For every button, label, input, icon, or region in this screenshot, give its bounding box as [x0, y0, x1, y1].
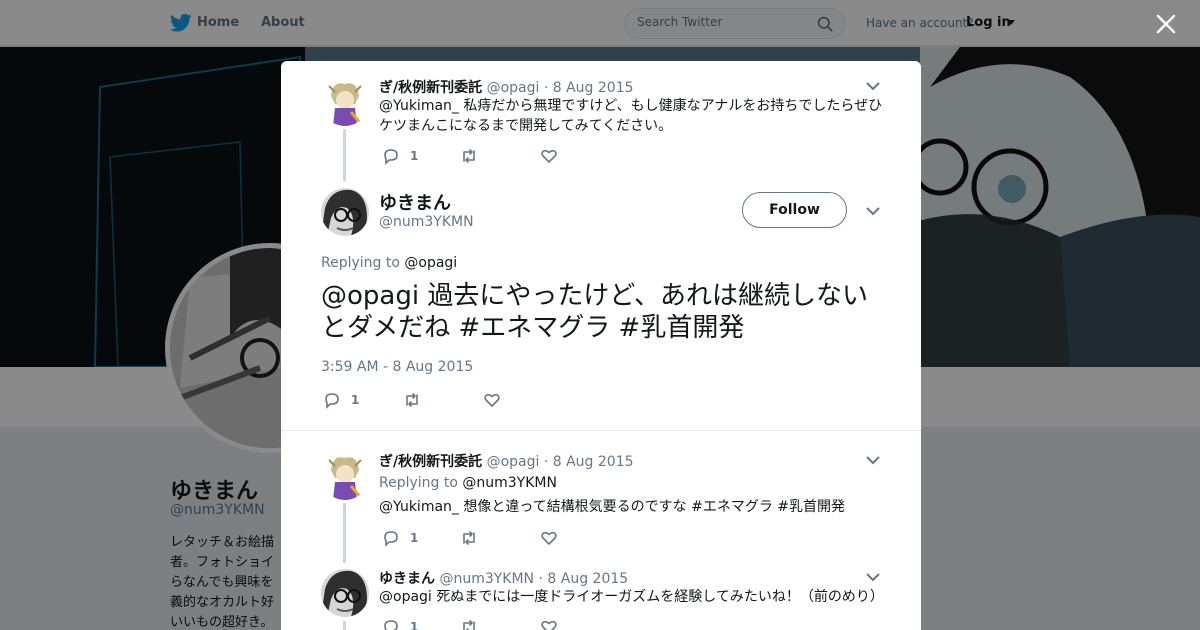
- separator-dot: ·: [543, 80, 549, 96]
- tweet-header: ぎ/秋例新刊委託 @opagi · 8 Aug 2015: [379, 451, 634, 471]
- heart-icon[interactable]: [483, 391, 501, 409]
- chevron-down-icon[interactable]: [866, 573, 880, 582]
- chevron-down-icon[interactable]: [866, 82, 880, 91]
- reply-count: 1: [410, 531, 419, 545]
- tweet-author-handle[interactable]: @num3YKMN: [439, 571, 534, 587]
- reply-action[interactable]: 1: [382, 618, 418, 630]
- tweet-author-handle[interactable]: @opagi: [487, 454, 540, 470]
- main-tweet-author-avatar[interactable]: [321, 188, 369, 236]
- retweet-action[interactable]: [403, 391, 421, 409]
- tweet-text: @Yukiman_ 想像と違って結構根気要るのですな #エネマグラ #乳首開発: [379, 499, 846, 515]
- tweet-header: ゆきまん @num3YKMN · 8 Aug 2015: [379, 568, 628, 588]
- tweet-author-name[interactable]: ぎ/秋例新刊委託: [379, 80, 482, 96]
- tweet-author-name[interactable]: ぎ/秋例新刊委託: [379, 454, 482, 470]
- tweet-author-handle[interactable]: @opagi: [487, 80, 540, 96]
- tweet-permalink-modal: ぎ/秋例新刊委託 @opagi · 8 Aug 2015 @Yukiman_ 私…: [281, 61, 921, 630]
- heart-icon[interactable]: [540, 529, 558, 547]
- retweet-icon[interactable]: [403, 391, 421, 409]
- thread-connector-line: [343, 503, 346, 563]
- reply-action[interactable]: 1: [382, 529, 418, 547]
- like-action[interactable]: [540, 529, 558, 547]
- separator-dot: ·: [538, 571, 543, 587]
- retweet-action[interactable]: [460, 529, 478, 547]
- tweet-text: @Yukiman_ 私痔だから無理ですけど、もし健康なアナルをお持ちでしたらぜひ…: [379, 98, 883, 134]
- separator-dot: ·: [543, 454, 549, 470]
- tweet-date[interactable]: 8 Aug 2015: [547, 571, 628, 587]
- tweet-date[interactable]: 8 Aug 2015: [553, 80, 634, 96]
- tweet-text: @opagi 死ぬまでには一度ドライオーガズムを経験してみたいね！（前のめり）: [379, 589, 884, 605]
- follow-button[interactable]: Follow: [742, 192, 847, 228]
- tweet-author-avatar[interactable]: [321, 78, 369, 126]
- main-tweet-timestamp[interactable]: 3:59 AM - 8 Aug 2015: [321, 359, 473, 375]
- reply-count: 1: [410, 620, 419, 630]
- replying-to-label: Replying to: [379, 475, 458, 491]
- heart-icon[interactable]: [540, 618, 558, 630]
- reply-icon[interactable]: [323, 391, 341, 409]
- retweet-icon[interactable]: [460, 147, 478, 165]
- replying-to-line: Replying to @num3YKMN: [379, 475, 557, 491]
- tweet-author-avatar[interactable]: [321, 569, 369, 617]
- reply-count: 1: [351, 393, 360, 407]
- replying-to-mention[interactable]: @num3YKMN: [462, 475, 557, 491]
- reply-icon[interactable]: [382, 147, 400, 165]
- like-action[interactable]: [483, 391, 501, 409]
- replying-to-line: Replying to @opagi: [321, 255, 457, 271]
- reply-icon[interactable]: [382, 529, 400, 547]
- reply-count: 1: [410, 149, 419, 163]
- retweet-action[interactable]: [460, 147, 478, 165]
- replying-to-label: Replying to: [321, 255, 400, 271]
- reply-action[interactable]: 1: [323, 391, 359, 409]
- tweet-author-avatar[interactable]: [321, 452, 369, 500]
- thread-connector-line: [343, 129, 346, 181]
- section-divider: [281, 430, 921, 431]
- chevron-down-icon[interactable]: [866, 207, 880, 216]
- chevron-down-icon[interactable]: [866, 456, 880, 465]
- replying-to-mention[interactable]: @opagi: [404, 255, 457, 271]
- tweet-date[interactable]: 8 Aug 2015: [553, 454, 634, 470]
- main-tweet-text: @opagi 過去にやったけど、あれは継続しないとダメだね #エネマグラ #乳首…: [321, 281, 869, 343]
- retweet-icon[interactable]: [460, 618, 478, 630]
- main-tweet-author-name[interactable]: ゆきまん: [379, 189, 451, 215]
- like-action[interactable]: [540, 147, 558, 165]
- reply-icon[interactable]: [382, 618, 400, 630]
- tweet-author-name[interactable]: ゆきまん: [379, 571, 435, 587]
- tweet-header: ぎ/秋例新刊委託 @opagi · 8 Aug 2015: [379, 77, 634, 97]
- retweet-action[interactable]: [460, 618, 478, 630]
- retweet-icon[interactable]: [460, 529, 478, 547]
- close-icon[interactable]: [1156, 14, 1176, 34]
- heart-icon[interactable]: [540, 147, 558, 165]
- like-action[interactable]: [540, 618, 558, 630]
- main-tweet-author-handle[interactable]: @num3YKMN: [379, 214, 474, 230]
- reply-action[interactable]: 1: [382, 147, 418, 165]
- thread-connector-line: [343, 621, 346, 630]
